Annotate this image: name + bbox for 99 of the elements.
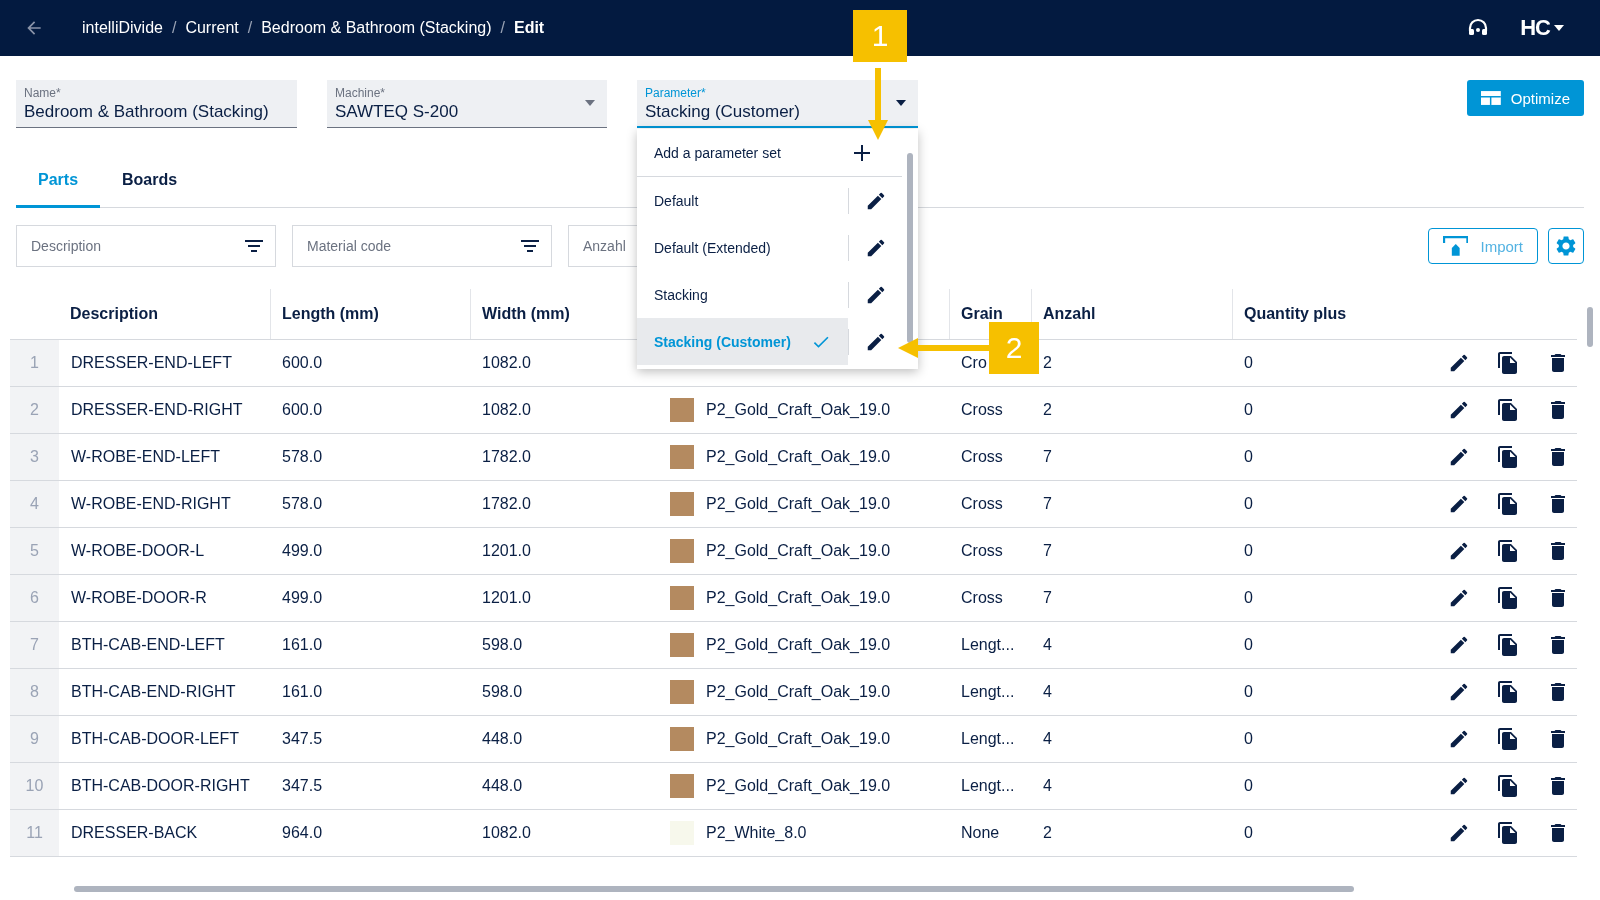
table-cell-text: 1201.0 <box>481 589 532 607</box>
table-cell-text: Lengt... <box>960 683 1016 701</box>
table-cell-text: 347.5 <box>281 777 324 795</box>
table-cell-text: W-ROBE-END-RIGHT <box>70 495 232 513</box>
row-number: 11 <box>10 810 59 856</box>
table-cell-text: 2 <box>1042 824 1053 842</box>
row-number: 6 <box>10 575 59 621</box>
table-cell-text: 0 <box>1243 683 1254 701</box>
row-number: 5 <box>10 528 59 574</box>
table-cell-text: 0 <box>1243 730 1254 748</box>
table-cell-text: 0 <box>1243 495 1254 513</box>
table-cell: P2_White_8.0 <box>706 824 807 842</box>
table-cell-text: 7 <box>1042 495 1053 513</box>
table-cell-text: 2 <box>1042 354 1053 372</box>
table-cell-text: 1082.0 <box>481 354 532 372</box>
table-cell-text: Cross <box>960 495 1004 513</box>
field-value: Stacking (Customer) <box>645 102 800 122</box>
table-cell-text: 161.0 <box>281 636 324 654</box>
table-cell-text: 600.0 <box>281 401 324 419</box>
table-cell-text: 0 <box>1243 354 1254 372</box>
table-cell-text: 0 <box>1243 589 1254 607</box>
row-number: 8 <box>10 669 59 715</box>
row-number: 4 <box>10 481 59 527</box>
table-cell-text: None <box>960 824 1001 842</box>
table-cell-text: W-ROBE-DOOR-R <box>70 589 208 607</box>
table-cell-text: 0 <box>1243 636 1254 654</box>
table-cell-text: BTH-CAB-DOOR-LEFT <box>70 730 240 748</box>
row-number: 9 <box>10 716 59 762</box>
table-cell: P2_Gold_Craft_Oak_19.0 <box>706 589 891 607</box>
callout-badge: 1 <box>853 10 907 62</box>
row-number: 3 <box>10 434 59 480</box>
table-cell-text: 1082.0 <box>481 401 532 419</box>
table-cell-text: 4 <box>1042 730 1053 748</box>
table-cell-text: 1782.0 <box>481 448 532 466</box>
table-cell-text: W-ROBE-DOOR-L <box>70 542 206 560</box>
row-number: 1 <box>10 340 59 386</box>
table-cell-text: 964.0 <box>281 824 324 842</box>
table-cell-text: 598.0 <box>481 683 524 701</box>
field-label: Parameter* <box>645 86 707 100</box>
table-cell-text: 161.0 <box>281 683 324 701</box>
table-cell-text: 4 <box>1042 683 1053 701</box>
callout-badge: 2 <box>989 322 1039 374</box>
row-number: 2 <box>10 387 59 433</box>
table-cell-text: W-ROBE-END-LEFT <box>70 448 222 466</box>
table-cell-text: BTH-CAB-END-RIGHT <box>70 683 237 701</box>
table-cell-text: BTH-CAB-DOOR-RIGHT <box>70 777 251 795</box>
table-cell-text: 448.0 <box>481 730 524 748</box>
field-label: Machine* <box>335 86 387 100</box>
table-cell-text: 4 <box>1042 636 1053 654</box>
table-cell-text: 0 <box>1243 777 1254 795</box>
table-cell: P2_Gold_Craft_Oak_19.0 <box>706 730 891 748</box>
table-cell-text: Lengt... <box>960 636 1016 654</box>
table-cell-text: Cross <box>960 401 1004 419</box>
table-cell-text: 499.0 <box>281 542 324 560</box>
breadcrumb-separator: / <box>247 19 253 37</box>
table-cell-text: Cro <box>960 354 988 372</box>
row-number: 7 <box>10 622 59 668</box>
table-cell-text: DRESSER-BACK <box>70 824 199 842</box>
table-cell-text: 1201.0 <box>481 542 532 560</box>
table-cell-text: 7 <box>1042 589 1053 607</box>
table-cell-text: 578.0 <box>281 495 324 513</box>
breadcrumb-item: Edit <box>513 19 545 37</box>
breadcrumb-separator: / <box>171 19 177 37</box>
field-value: Bedroom & Bathroom (Stacking) <box>24 102 269 122</box>
table-cell-text: 598.0 <box>481 636 524 654</box>
table-cell-text: Cross <box>960 448 1004 466</box>
table-cell-text: Lengt... <box>960 730 1016 748</box>
table-cell-text: Cross <box>960 589 1004 607</box>
table-cell-text: 1082.0 <box>481 824 532 842</box>
table-cell: P2_Gold_Craft_Oak_19.0 <box>706 542 891 560</box>
table-cell-text: 0 <box>1243 401 1254 419</box>
table-cell: P2_Gold_Craft_Oak_19.0 <box>706 683 891 701</box>
table-cell-text: 600.0 <box>281 354 324 372</box>
table-cell-text: BTH-CAB-END-LEFT <box>70 636 226 654</box>
table-cell-text: 2 <box>1042 401 1053 419</box>
table-cell-text: 448.0 <box>481 777 524 795</box>
row-number: 10 <box>10 763 59 809</box>
table-cell-text: 578.0 <box>281 448 324 466</box>
table-cell-text: Cross <box>960 542 1004 560</box>
table-cell-text: Lengt... <box>960 777 1016 795</box>
table-cell-text: 0 <box>1243 542 1254 560</box>
table-cell-text: 1782.0 <box>481 495 532 513</box>
table-cell-text: DRESSER-END-LEFT <box>70 354 233 372</box>
table-cell-text: 0 <box>1243 448 1254 466</box>
table-cell: P2_Gold_Craft_Oak_19.0 <box>706 495 891 513</box>
table-cell-text: 0 <box>1243 824 1254 842</box>
field-value: SAWTEQ S-200 <box>335 102 459 122</box>
field-label: Name* <box>24 86 62 100</box>
table-cell-text: DRESSER-END-RIGHT <box>70 401 244 419</box>
table-cell: P2_Gold_Craft_Oak_19.0 <box>706 448 891 466</box>
table-cell: P2_Gold_Craft_Oak_19.0 <box>706 777 891 795</box>
table-cell-text: 7 <box>1042 448 1053 466</box>
table-cell-text: 4 <box>1042 777 1053 795</box>
table-cell: P2_Gold_Craft_Oak_19.0 <box>706 401 891 419</box>
breadcrumb-separator: / <box>500 19 505 37</box>
table-cell-text: 347.5 <box>281 730 324 748</box>
table-cell: P2_Gold_Craft_Oak_19.0 <box>706 636 891 654</box>
table-cell-text: 7 <box>1042 542 1053 560</box>
table-cell-text: 499.0 <box>281 589 324 607</box>
